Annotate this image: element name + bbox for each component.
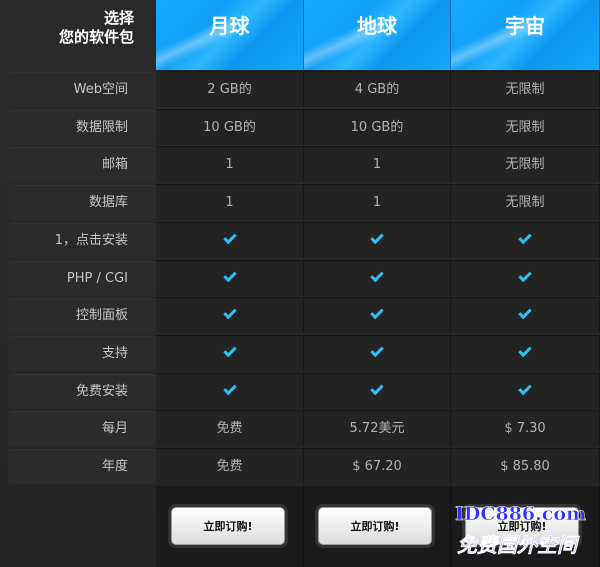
row-label: 数据库 <box>8 185 156 220</box>
value-cell: 免费 <box>156 448 304 484</box>
feature-cell <box>156 222 304 258</box>
value-cell: 1 <box>304 146 451 182</box>
feature-cell <box>156 373 304 409</box>
plan-header-moon: 月球 <box>156 0 304 70</box>
row-label: PHP / CGI <box>8 261 156 296</box>
value-cell: 无限制 <box>451 109 600 145</box>
order-now-button-earth[interactable]: 立即订购! <box>318 507 432 545</box>
checkmark-icon <box>518 305 532 320</box>
checkmark-icon <box>518 343 532 358</box>
row-label: 年度 <box>8 449 156 484</box>
feature-cell <box>451 297 600 333</box>
value-cell: 10 GB的 <box>156 109 304 145</box>
feature-cell <box>304 373 451 409</box>
checkmark-icon <box>370 305 384 320</box>
value-cell: 2 GB的 <box>156 71 304 107</box>
heading-line-2: 您的软件包 <box>58 28 134 46</box>
checkmark-icon <box>222 230 237 245</box>
row-label: 1，点击安装 <box>8 223 156 258</box>
checkmark-icon <box>222 381 237 396</box>
row-label: 邮箱 <box>8 147 156 182</box>
value-cell: 免费 <box>156 410 304 446</box>
plan-header-universe: 宇宙 <box>451 0 600 70</box>
plan-header-earth: 地球 <box>304 0 451 70</box>
pricing-table: 选择 您的软件包 月球 地球 宇宙 Web空间 2 GB的 4 GB的 无限制 数据限制… <box>0 0 600 567</box>
checkmark-icon <box>222 268 237 283</box>
checkmark-icon <box>370 343 384 358</box>
feature-cell <box>451 373 600 409</box>
row-label: 支持 <box>8 336 156 371</box>
value-cell: $ 67.20 <box>304 448 451 484</box>
value-cell: 4 GB的 <box>304 71 451 107</box>
order-now-button-universe[interactable]: 立即订购! <box>465 507 579 545</box>
value-cell: 5.72美元 <box>304 410 451 446</box>
row-label: 每月 <box>8 411 156 446</box>
value-cell: $ 7.30 <box>451 410 600 446</box>
row-label: 免费安装 <box>8 374 156 409</box>
feature-cell <box>304 222 451 258</box>
row-label: 数据限制 <box>8 110 156 145</box>
feature-cell <box>451 335 600 371</box>
checkmark-icon <box>518 381 532 396</box>
value-cell: $ 85.80 <box>451 448 600 484</box>
value-cell: 1 <box>156 184 304 220</box>
choose-package-heading: 选择 您的软件包 <box>0 0 156 70</box>
value-cell: 1 <box>304 184 451 220</box>
checkmark-icon <box>370 381 384 396</box>
checkmark-icon <box>370 230 384 245</box>
value-cell: 1 <box>156 146 304 182</box>
feature-cell <box>156 335 304 371</box>
feature-cell <box>156 260 304 296</box>
checkmark-icon <box>370 268 384 283</box>
checkmark-icon <box>518 230 532 245</box>
feature-cell <box>451 260 600 296</box>
checkmark-icon <box>518 268 532 283</box>
heading-line-1: 选择 <box>103 9 134 27</box>
value-cell: 10 GB的 <box>304 109 451 145</box>
feature-cell <box>156 297 304 333</box>
feature-cell <box>304 260 451 296</box>
checkmark-icon <box>222 343 237 358</box>
feature-cell <box>451 222 600 258</box>
value-cell: 无限制 <box>451 71 600 107</box>
row-label: 控制面板 <box>8 298 156 333</box>
row-label: Web空间 <box>8 72 156 107</box>
value-cell: 无限制 <box>451 146 600 182</box>
value-cell: 无限制 <box>451 184 600 220</box>
order-now-button-moon[interactable]: 立即订购! <box>171 507 285 545</box>
checkmark-icon <box>222 305 237 320</box>
feature-cell <box>304 335 451 371</box>
feature-cell <box>304 297 451 333</box>
